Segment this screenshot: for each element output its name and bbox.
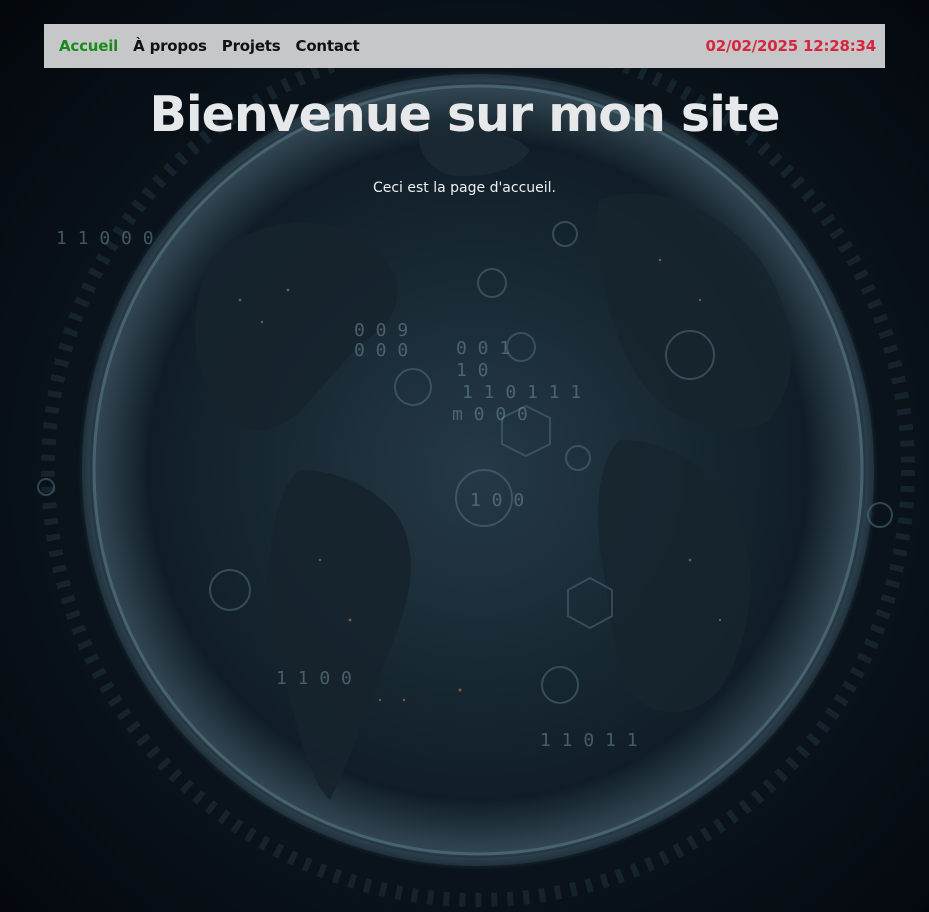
svg-text:1 1 0 0 0: 1 1 0 0 0 [56,228,154,249]
top-navbar: Accueil À propos Projets Contact 02/02/2… [44,24,885,68]
nav-link-accueil[interactable]: Accueil [59,37,118,55]
svg-text:1 0: 1 0 [456,360,489,381]
current-datetime: 02/02/2025 12:28:34 [705,37,877,55]
svg-text:0 0 1: 0 0 1 [456,338,510,359]
nav-links: Accueil À propos Projets Contact [59,37,374,55]
svg-text:0 0 0: 0 0 0 [354,340,408,361]
svg-text:1 1 0 1 1 1: 1 1 0 1 1 1 [462,382,581,403]
nav-link-a-propos[interactable]: À propos [133,37,207,55]
svg-text:1 1 0 0: 1 1 0 0 [276,668,352,689]
nav-link-projets[interactable]: Projets [222,37,281,55]
page-title: Bienvenue sur mon site [149,86,780,143]
svg-text:0 0 9: 0 0 9 [354,320,408,341]
page: 0 0 9 0 0 0 0 0 1 1 0 1 1 0 1 1 1 m 0 0 … [0,0,929,912]
svg-text:m 0 0 0: m 0 0 0 [452,404,528,425]
svg-text:1 0 0: 1 0 0 [470,490,524,511]
page-subtitle: Ceci est la page d'accueil. [372,180,557,196]
nav-link-contact[interactable]: Contact [296,37,360,55]
svg-text:1 1 0 1 1: 1 1 0 1 1 [540,730,638,751]
